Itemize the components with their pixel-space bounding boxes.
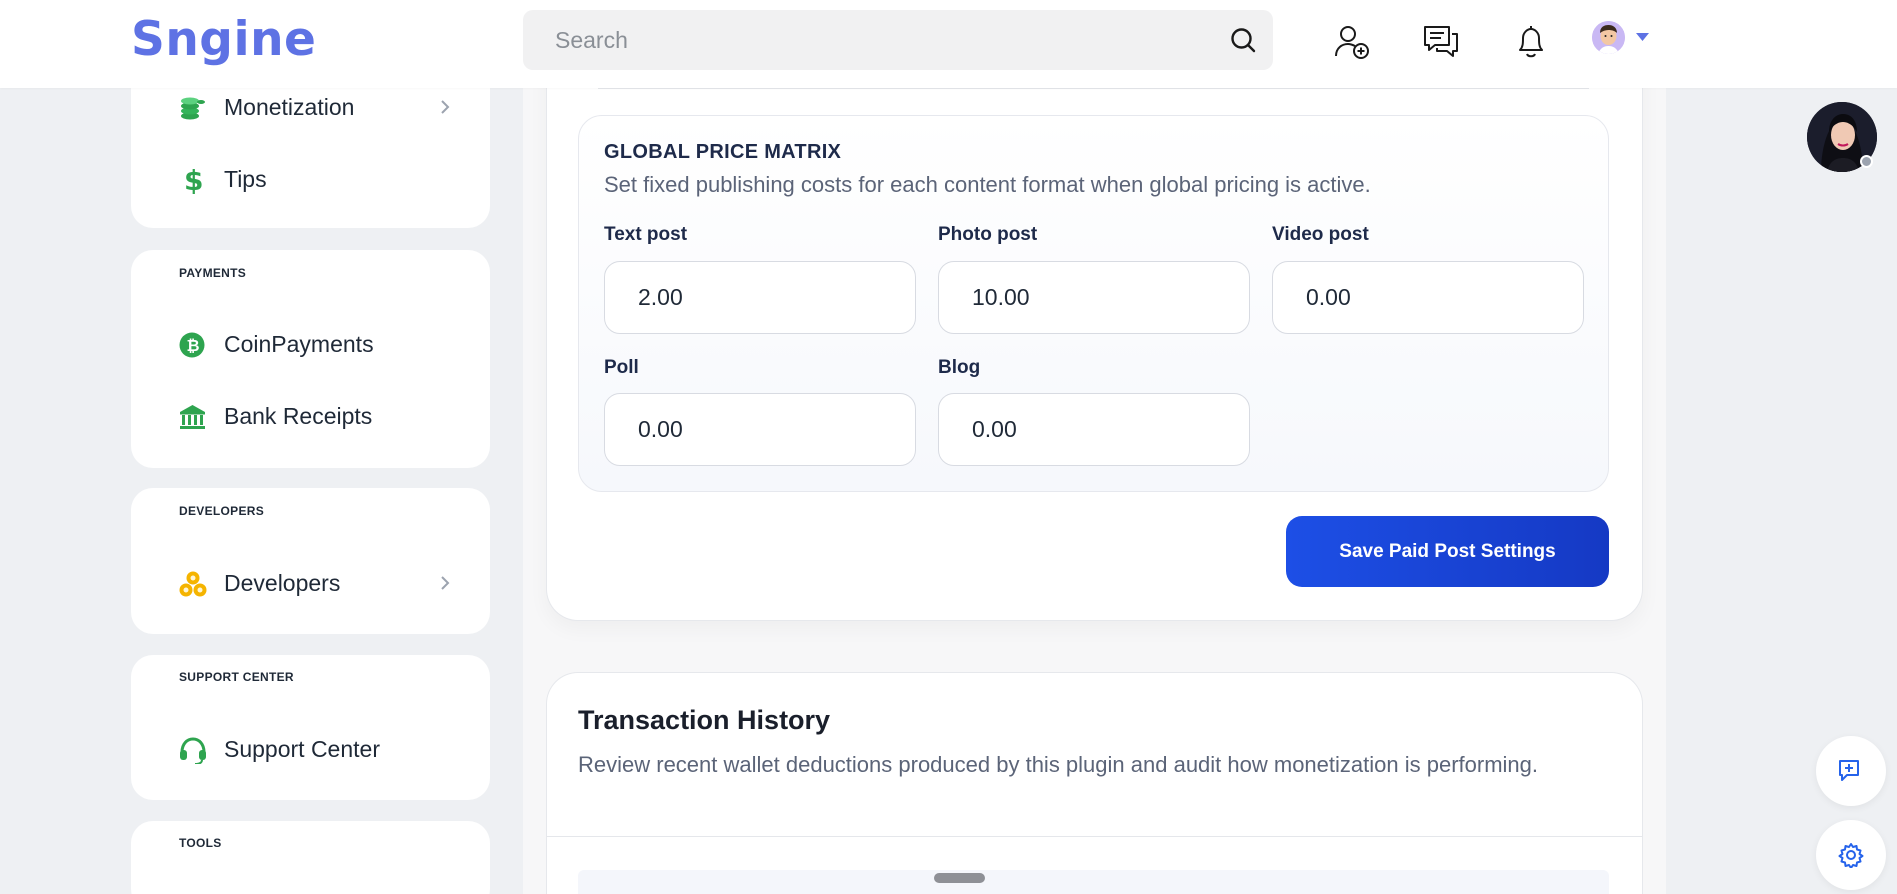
chevron-down-icon[interactable]: [1636, 33, 1649, 41]
dollar-icon: $: [184, 166, 203, 194]
search-input[interactable]: [523, 10, 1273, 70]
online-status-dot: [1860, 155, 1873, 168]
section-title: TOOLS: [179, 836, 222, 850]
sidebar-item-label: Support Center: [224, 736, 380, 762]
messages-icon[interactable]: [1421, 22, 1461, 62]
svg-text:₿: ₿: [187, 336, 200, 355]
matrix-subtitle: Set fixed publishing costs for each cont…: [604, 172, 1371, 197]
sidebar-tools-card: TOOLS: [131, 821, 490, 894]
video-post-label: Video post: [1272, 224, 1369, 245]
top-bar: Sngine: [0, 0, 1897, 88]
save-paid-post-settings-button[interactable]: Save Paid Post Settings: [1286, 516, 1609, 587]
developers-icon: [179, 571, 207, 597]
video-post-price-input[interactable]: [1272, 261, 1584, 334]
section-title: PAYMENTS: [179, 266, 247, 280]
user-avatar[interactable]: [1592, 21, 1625, 54]
matrix-title: GLOBAL PRICE MATRIX: [604, 141, 842, 163]
scroll-handle[interactable]: [934, 873, 985, 883]
chevron-right-icon: [441, 100, 450, 114]
sidebar-item-label: Developers: [224, 570, 341, 596]
divider: [547, 836, 1642, 837]
sidebar-payments-card: PAYMENTS ₿ CoinPayments Bank Receipts: [131, 250, 490, 468]
transaction-table: [578, 870, 1609, 894]
sidebar-developers-card: DEVELOPERS Developers: [131, 488, 490, 634]
sidebar-item-tips[interactable]: $ Tips: [179, 159, 450, 199]
headset-icon: [180, 737, 206, 764]
sidebar-item-label: Monetization: [224, 94, 355, 120]
sidebar-item-label: Tips: [224, 166, 267, 192]
sidebar-item-label: Bank Receipts: [224, 403, 373, 429]
sidebar-item-developers[interactable]: Developers: [179, 563, 450, 603]
section-title: SUPPORT CENTER: [179, 670, 294, 684]
search-box[interactable]: [523, 10, 1273, 70]
add-friend-icon[interactable]: [1332, 22, 1372, 62]
sidebar-item-label: CoinPayments: [224, 331, 374, 357]
transaction-history-title: Transaction History: [578, 705, 831, 735]
text-post-price-input[interactable]: [604, 261, 916, 334]
coins-icon: [181, 97, 205, 120]
poll-label: Poll: [604, 357, 639, 378]
search-icon[interactable]: [1229, 26, 1257, 54]
bank-icon: [180, 405, 205, 429]
photo-post-price-input[interactable]: [938, 261, 1250, 334]
transaction-history-subtitle: Review recent wallet deductions produced…: [578, 752, 1538, 777]
poll-price-input[interactable]: [604, 393, 916, 466]
photo-post-label: Photo post: [938, 224, 1038, 245]
blog-label: Blog: [938, 357, 981, 378]
chevron-right-icon: [441, 576, 450, 590]
sidebar-item-monetization[interactable]: Monetization: [179, 87, 450, 127]
gear-icon: [1838, 843, 1864, 868]
sidebar-item-support-center[interactable]: Support Center: [179, 729, 450, 769]
text-post-label: Text post: [604, 224, 688, 245]
svg-text:$: $: [184, 166, 203, 194]
blog-price-input[interactable]: [938, 393, 1250, 466]
site-logo[interactable]: Sngine: [131, 12, 316, 67]
section-title: DEVELOPERS: [179, 504, 265, 518]
sidebar-support-card: SUPPORT CENTER Support Center: [131, 655, 490, 800]
notifications-icon[interactable]: [1511, 22, 1551, 62]
new-chat-button[interactable]: [1816, 736, 1886, 806]
sidebar-item-coinpayments[interactable]: ₿ CoinPayments: [179, 324, 450, 364]
bitcoin-icon: ₿: [179, 332, 205, 358]
divider: [598, 88, 1589, 89]
chat-add-icon: [1839, 760, 1859, 781]
settings-button[interactable]: [1816, 820, 1886, 890]
sidebar-item-bank-receipts[interactable]: Bank Receipts: [179, 396, 450, 436]
